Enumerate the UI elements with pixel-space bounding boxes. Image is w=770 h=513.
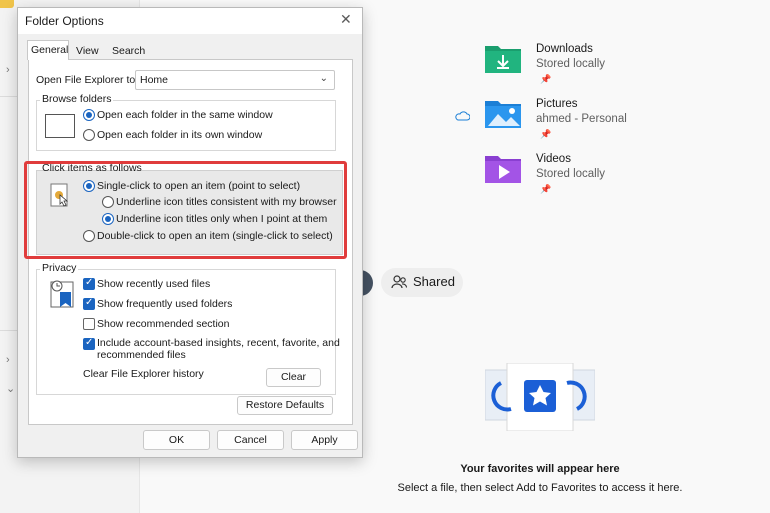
button-label: Clear (280, 371, 307, 383)
open-explorer-label: Open File Explorer to: (36, 74, 139, 86)
dialog-title: Folder Options (25, 14, 104, 28)
tab-label: View (76, 45, 99, 57)
apply-button[interactable]: Apply (291, 430, 358, 450)
cancel-button[interactable]: Cancel (217, 430, 284, 450)
pictures-folder-icon (485, 101, 521, 128)
button-label: OK (168, 434, 185, 446)
ok-button[interactable]: OK (143, 430, 210, 450)
quick-access-name: Videos (536, 153, 571, 165)
favorites-illustration (485, 363, 595, 431)
button-label: Apply (311, 434, 338, 446)
clear-history-label: Clear File Explorer history (83, 368, 204, 380)
checkbox-frequent-folders[interactable] (83, 297, 95, 310)
checkbox-account-insights[interactable] (83, 337, 95, 350)
checkbox-recent-files[interactable] (83, 277, 95, 290)
tab-label: General (31, 44, 69, 56)
tab-general[interactable]: General (27, 40, 69, 60)
radio-label: Open each folder in the same window (97, 109, 273, 121)
quick-access-location: ahmed - Personal (536, 113, 627, 125)
quick-access-location: Stored locally (536, 168, 606, 180)
favorites-empty-subtitle: Select a file, then select Add to Favori… (397, 482, 683, 494)
close-icon: ✕ (340, 11, 352, 27)
checkbox-label: Include account-based insights, recent, … (97, 337, 340, 349)
checkbox-label-continued: recommended files (97, 349, 186, 361)
pin-icon: 📌 (540, 184, 552, 194)
browse-folders-group (36, 100, 336, 151)
quick-access-downloads[interactable]: Downloads Stored locally 📌 (484, 42, 724, 90)
tab-view[interactable]: View (73, 42, 103, 60)
nav-divider (0, 96, 18, 97)
checkbox-label: Show frequently used folders (97, 298, 233, 310)
downloads-folder-icon (485, 46, 521, 73)
dialog-title-bar[interactable]: Folder Options ✕ (18, 8, 362, 34)
chevron-down-icon[interactable]: ⌄ (6, 382, 15, 395)
quick-access-name: Pictures (536, 98, 578, 110)
folder-icon (0, 0, 14, 8)
cloud-icon (455, 111, 470, 121)
people-icon (391, 275, 407, 289)
restore-defaults-button[interactable]: Restore Defaults (237, 396, 333, 415)
privacy-icon (50, 280, 74, 308)
close-button[interactable]: ✕ (332, 8, 362, 34)
group-title: Browse folders (40, 93, 114, 105)
pin-icon: 📌 (540, 74, 552, 84)
tab-label: Search (112, 45, 146, 57)
videos-folder-icon (485, 156, 521, 183)
favorites-empty-title: Your favorites will appear here (460, 463, 620, 475)
window-icon (45, 114, 75, 138)
button-label: Restore Defaults (245, 399, 325, 411)
quick-access-location: Stored locally (536, 58, 606, 70)
button-label: Cancel (234, 434, 267, 446)
group-title: Privacy (40, 262, 79, 274)
pin-icon: 📌 (540, 129, 552, 139)
dropdown-value: Home (140, 74, 169, 86)
chevron-right-icon[interactable]: › (6, 354, 10, 366)
folder-options-dialog: Folder Options ✕ General View Search Ope… (17, 7, 363, 458)
tab-search[interactable]: Search (109, 42, 149, 60)
quick-access-videos[interactable]: Videos Stored locally 📌 (484, 152, 724, 200)
quick-access-pictures[interactable]: Pictures ahmed - Personal 📌 (484, 97, 724, 145)
shared-tab[interactable]: Shared (381, 268, 463, 297)
radio-own-window[interactable] (83, 129, 95, 141)
checkbox-label: Show recently used files (97, 278, 211, 290)
checkbox-label: Show recommended section (97, 318, 230, 330)
open-explorer-dropdown[interactable]: Home ⌄ (135, 70, 335, 90)
chevron-right-icon[interactable]: › (6, 64, 10, 76)
radio-label: Open each folder in its own window (97, 129, 263, 141)
shared-label: Shared (413, 274, 455, 289)
radio-same-window[interactable] (83, 109, 95, 121)
chevron-down-icon: ⌄ (319, 73, 328, 84)
nav-divider (0, 330, 18, 331)
highlight-box (24, 161, 347, 259)
quick-access-name: Downloads (536, 43, 593, 55)
checkbox-recommended[interactable] (83, 318, 95, 330)
clear-button[interactable]: Clear (266, 368, 321, 387)
